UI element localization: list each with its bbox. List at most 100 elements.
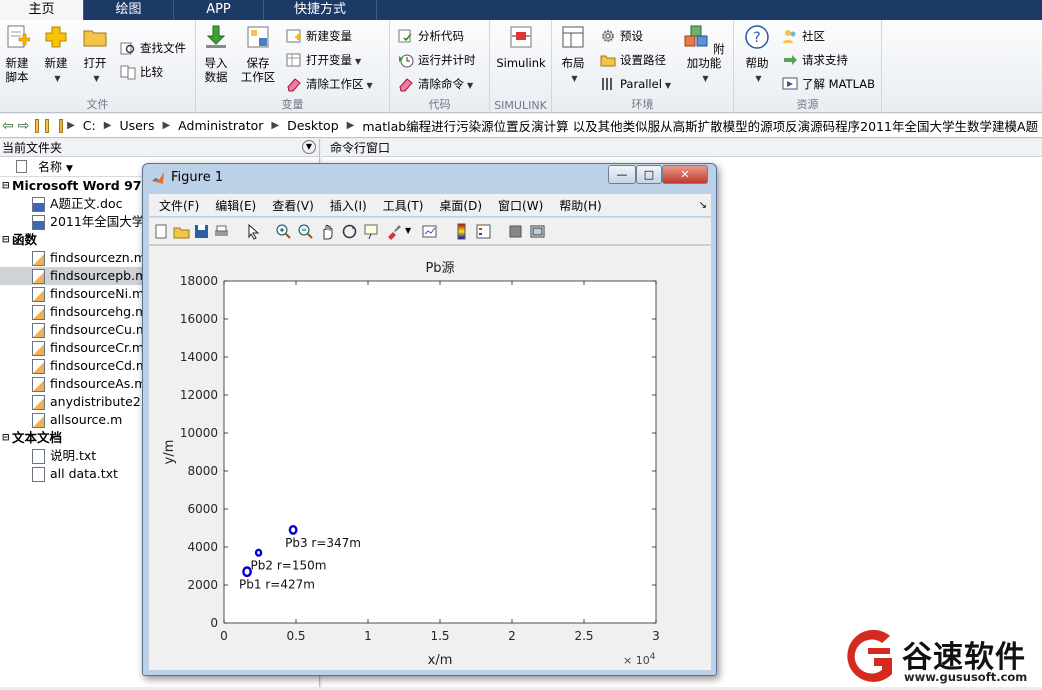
pan-hand-icon[interactable] [319,223,336,240]
current-folder-header: 当前文件夹 ▼ [0,139,319,157]
help-button[interactable]: ? 帮助 ▼ [742,24,772,86]
open-button[interactable]: 打开 ▼ [80,24,110,86]
learn-matlab-button[interactable]: 了解 MATLAB [782,74,875,94]
community-button[interactable]: 社区 [782,26,825,46]
back-arrow-icon[interactable]: ⇦ [2,118,14,134]
data-cursor-icon[interactable] [363,223,380,240]
breadcrumb-users[interactable]: Users [119,118,154,133]
collapse-icon[interactable]: ⊟ [2,177,10,195]
request-support-button[interactable]: 请求支持 [782,50,848,70]
y-tick-label: 18000 [180,274,218,288]
x-tick-label: 0 [220,629,228,643]
colorbar-icon[interactable] [453,223,470,240]
open-variable-button[interactable]: 打开变量 ▼ [286,50,361,70]
clear-commands-button[interactable]: 清除命令 ▼ [398,74,473,94]
y-tick-label: 10000 [180,426,218,440]
find-files-icon [120,42,135,55]
menu-tools[interactable]: 工具(T) [383,197,424,214]
new-figure-icon[interactable] [153,223,170,240]
analyze-code-button[interactable]: 分析代码 [398,26,464,46]
print-icon[interactable] [213,223,230,240]
legend-icon[interactable] [475,223,492,240]
addons-cubes-icon [684,25,708,47]
y-axis-label: y/m [162,440,177,465]
menu-desktop[interactable]: 桌面(D) [439,197,482,214]
brush-icon[interactable] [385,223,402,240]
matlab-function-icon [32,395,45,410]
browse-folder-icon[interactable] [45,118,50,133]
preferences-button[interactable]: 预设 [600,26,643,46]
new-variable-button[interactable]: 新建变量 [286,26,352,46]
maximize-button[interactable]: □ [636,165,662,184]
breadcrumb-project-folder[interactable]: matlab编程进行污染源位置反演计算 以及其他类似服从高斯扩散模型的源项反演源… [362,116,1038,135]
clear-commands-icon [399,78,413,92]
compare-icon [120,65,136,80]
save-workspace-button[interactable]: 保存 工作区 [240,24,276,84]
find-files-button[interactable]: 查找文件 [120,38,186,58]
file-group-label: 文件 [86,98,109,111]
link-plot-icon[interactable] [421,223,438,240]
up-folder-icon[interactable] [35,118,40,133]
menu-edit[interactable]: 编辑(E) [215,197,256,214]
compare-button[interactable]: 比较 [120,62,163,82]
analyze-code-icon [398,29,412,43]
simulink-button[interactable]: Simulink [496,24,546,70]
matlab-function-icon [32,269,45,284]
breadcrumb-drive[interactable]: C: [83,118,96,133]
import-data-button[interactable]: 导入 数据 [200,24,232,84]
x-tick-label: 3 [652,629,660,643]
word-document-icon [32,215,45,230]
tab-apps[interactable]: APP [174,0,264,20]
layout-button[interactable]: 布局 ▼ [558,24,588,86]
svg-text:?: ? [753,30,760,46]
figure-toolbar: ▼ [149,217,711,245]
figure-title-bar: Figure 1 [151,168,223,188]
zoom-in-icon[interactable] [275,223,292,240]
figure-title: Figure 1 [171,170,224,185]
brush-dropdown-icon[interactable]: ▼ [405,226,411,235]
layout-icon [562,26,584,48]
resources-group-label: 资源 [796,98,819,111]
resources-group: ? 帮助 ▼ 社区 请求支持 了解 MATLAB 资源 [734,20,882,113]
set-path-button[interactable]: 设置路径 [600,50,666,70]
parallel-icon [602,78,612,90]
matlab-function-icon [32,341,45,356]
menu-window[interactable]: 窗口(W) [498,197,543,214]
menu-help[interactable]: 帮助(H) [559,197,601,214]
tab-plots[interactable]: 绘图 [84,0,174,20]
pointer-icon[interactable] [245,223,262,240]
breadcrumb-desktop[interactable]: Desktop [287,118,339,133]
address-bar: ⇦ ⇨ ▶ C: ▶ Users ▶ Administrator ▶ Deskt… [0,114,1042,138]
hide-plot-tools-icon[interactable] [507,223,524,240]
minimize-button[interactable]: — [608,165,636,184]
menu-file[interactable]: 文件(F) [159,197,199,214]
figure-canvas: Pb源 x/m y/m × 104 0 0.5 1 1.5 2 2.5 3 0 2000 4000… [149,246,711,670]
new-button[interactable]: 新建 ▼ [40,24,72,86]
new-script-button[interactable]: 新建 脚本 [2,24,32,84]
menu-insert[interactable]: 插入(I) [330,197,367,214]
forward-arrow-icon[interactable]: ⇨ [18,118,30,134]
collapse-icon[interactable]: ⊟ [2,231,10,249]
breadcrumb-administrator[interactable]: Administrator [178,118,263,133]
zoom-out-icon[interactable] [297,223,314,240]
close-button[interactable]: ✕ [662,165,708,184]
y-tick-label: 0 [210,616,218,630]
chevron-right-icon: ▶ [67,120,75,131]
collapse-icon[interactable]: ⊟ [2,429,10,447]
clear-workspace-button[interactable]: 清除工作区 ▼ [286,74,373,94]
panel-menu-icon[interactable]: ▼ [302,140,316,154]
save-icon[interactable] [193,223,210,240]
show-plot-tools-icon[interactable] [529,223,546,240]
parallel-button[interactable]: Parallel ▼ [600,74,671,94]
tab-shortcuts[interactable]: 快捷方式 [264,0,377,20]
rotate-3d-icon[interactable] [341,223,358,240]
tab-home[interactable]: 主页 [0,0,84,20]
run-and-time-button[interactable]: 运行并计时 [398,50,476,70]
menu-view[interactable]: 查看(V) [272,197,314,214]
menu-dock-arrow-icon[interactable]: ↘ [699,200,707,211]
gususoft-watermark: 谷速软件 www.gususoft.com [838,628,1042,687]
save-workspace-icon [247,26,269,48]
source-label: Pb1 r=427m [239,578,315,592]
addons-button[interactable]: 附加功能 ▼ [678,24,730,86]
open-file-icon[interactable] [173,223,190,240]
